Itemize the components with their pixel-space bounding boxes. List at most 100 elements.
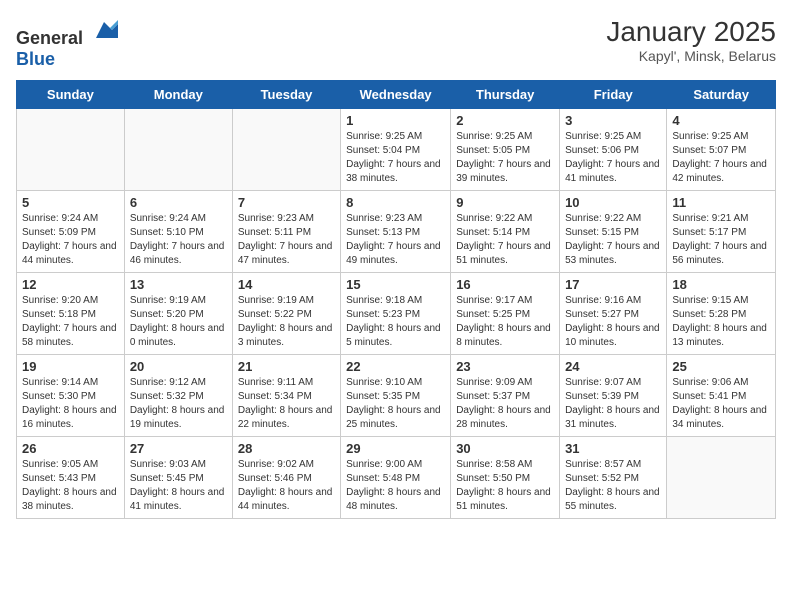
logo-icon <box>90 16 118 44</box>
calendar-cell: 21 Sunrise: 9:11 AMSunset: 5:34 PMDaylig… <box>232 355 340 437</box>
day-info: Sunrise: 8:58 AMSunset: 5:50 PMDaylight:… <box>456 458 554 514</box>
day-number: 10 <box>565 195 661 210</box>
day-info: Sunrise: 9:12 AMSunset: 5:32 PMDaylight:… <box>130 376 227 432</box>
day-info: Sunrise: 9:19 AMSunset: 5:22 PMDaylight:… <box>238 294 335 350</box>
day-number: 2 <box>456 113 554 128</box>
calendar-cell: 19 Sunrise: 9:14 AMSunset: 5:30 PMDaylig… <box>17 355 125 437</box>
calendar-cell: 3 Sunrise: 9:25 AMSunset: 5:06 PMDayligh… <box>560 109 667 191</box>
weekday-header: Friday <box>560 81 667 109</box>
day-number: 14 <box>238 277 335 292</box>
calendar-cell: 12 Sunrise: 9:20 AMSunset: 5:18 PMDaylig… <box>17 273 125 355</box>
day-number: 6 <box>130 195 227 210</box>
calendar-week-row: 26 Sunrise: 9:05 AMSunset: 5:43 PMDaylig… <box>17 437 776 519</box>
weekday-header: Sunday <box>17 81 125 109</box>
day-info: Sunrise: 9:00 AMSunset: 5:48 PMDaylight:… <box>346 458 445 514</box>
calendar-cell <box>124 109 232 191</box>
day-info: Sunrise: 8:57 AMSunset: 5:52 PMDaylight:… <box>565 458 661 514</box>
day-number: 27 <box>130 441 227 456</box>
day-info: Sunrise: 9:11 AMSunset: 5:34 PMDaylight:… <box>238 376 335 432</box>
calendar-cell: 31 Sunrise: 8:57 AMSunset: 5:52 PMDaylig… <box>560 437 667 519</box>
calendar-cell: 9 Sunrise: 9:22 AMSunset: 5:14 PMDayligh… <box>451 191 560 273</box>
day-info: Sunrise: 9:07 AMSunset: 5:39 PMDaylight:… <box>565 376 661 432</box>
day-info: Sunrise: 9:15 AMSunset: 5:28 PMDaylight:… <box>672 294 770 350</box>
day-number: 23 <box>456 359 554 374</box>
day-number: 15 <box>346 277 445 292</box>
calendar-cell: 24 Sunrise: 9:07 AMSunset: 5:39 PMDaylig… <box>560 355 667 437</box>
day-number: 31 <box>565 441 661 456</box>
day-info: Sunrise: 9:19 AMSunset: 5:20 PMDaylight:… <box>130 294 227 350</box>
day-number: 18 <box>672 277 770 292</box>
calendar-cell: 27 Sunrise: 9:03 AMSunset: 5:45 PMDaylig… <box>124 437 232 519</box>
day-number: 16 <box>456 277 554 292</box>
calendar-cell: 30 Sunrise: 8:58 AMSunset: 5:50 PMDaylig… <box>451 437 560 519</box>
weekday-header: Tuesday <box>232 81 340 109</box>
calendar-cell: 20 Sunrise: 9:12 AMSunset: 5:32 PMDaylig… <box>124 355 232 437</box>
weekday-header-row: SundayMondayTuesdayWednesdayThursdayFrid… <box>17 81 776 109</box>
day-info: Sunrise: 9:25 AMSunset: 5:07 PMDaylight:… <box>672 130 770 186</box>
day-info: Sunrise: 9:18 AMSunset: 5:23 PMDaylight:… <box>346 294 445 350</box>
day-number: 8 <box>346 195 445 210</box>
day-number: 13 <box>130 277 227 292</box>
header: General Blue January 2025 Kapyl', Minsk,… <box>16 16 776 70</box>
day-number: 30 <box>456 441 554 456</box>
day-info: Sunrise: 9:14 AMSunset: 5:30 PMDaylight:… <box>22 376 119 432</box>
day-info: Sunrise: 9:02 AMSunset: 5:46 PMDaylight:… <box>238 458 335 514</box>
day-number: 24 <box>565 359 661 374</box>
calendar-cell: 11 Sunrise: 9:21 AMSunset: 5:17 PMDaylig… <box>667 191 776 273</box>
day-number: 9 <box>456 195 554 210</box>
day-number: 19 <box>22 359 119 374</box>
logo-blue: Blue <box>16 49 55 69</box>
day-info: Sunrise: 9:10 AMSunset: 5:35 PMDaylight:… <box>346 376 445 432</box>
day-info: Sunrise: 9:24 AMSunset: 5:09 PMDaylight:… <box>22 212 119 268</box>
calendar-cell: 13 Sunrise: 9:19 AMSunset: 5:20 PMDaylig… <box>124 273 232 355</box>
weekday-header: Thursday <box>451 81 560 109</box>
day-number: 11 <box>672 195 770 210</box>
calendar-cell: 10 Sunrise: 9:22 AMSunset: 5:15 PMDaylig… <box>560 191 667 273</box>
calendar-cell <box>667 437 776 519</box>
day-info: Sunrise: 9:09 AMSunset: 5:37 PMDaylight:… <box>456 376 554 432</box>
weekday-header: Saturday <box>667 81 776 109</box>
calendar-week-row: 12 Sunrise: 9:20 AMSunset: 5:18 PMDaylig… <box>17 273 776 355</box>
day-info: Sunrise: 9:03 AMSunset: 5:45 PMDaylight:… <box>130 458 227 514</box>
calendar-cell: 18 Sunrise: 9:15 AMSunset: 5:28 PMDaylig… <box>667 273 776 355</box>
calendar-cell: 1 Sunrise: 9:25 AMSunset: 5:04 PMDayligh… <box>341 109 451 191</box>
calendar-cell: 25 Sunrise: 9:06 AMSunset: 5:41 PMDaylig… <box>667 355 776 437</box>
day-number: 17 <box>565 277 661 292</box>
calendar-cell <box>232 109 340 191</box>
calendar-cell: 15 Sunrise: 9:18 AMSunset: 5:23 PMDaylig… <box>341 273 451 355</box>
logo-general: General <box>16 28 83 48</box>
calendar-cell: 14 Sunrise: 9:19 AMSunset: 5:22 PMDaylig… <box>232 273 340 355</box>
day-info: Sunrise: 9:22 AMSunset: 5:15 PMDaylight:… <box>565 212 661 268</box>
calendar-cell: 8 Sunrise: 9:23 AMSunset: 5:13 PMDayligh… <box>341 191 451 273</box>
month-year: January 2025 <box>606 16 776 48</box>
day-number: 3 <box>565 113 661 128</box>
day-info: Sunrise: 9:23 AMSunset: 5:11 PMDaylight:… <box>238 212 335 268</box>
day-info: Sunrise: 9:23 AMSunset: 5:13 PMDaylight:… <box>346 212 445 268</box>
calendar-cell: 17 Sunrise: 9:16 AMSunset: 5:27 PMDaylig… <box>560 273 667 355</box>
calendar-cell <box>17 109 125 191</box>
day-info: Sunrise: 9:21 AMSunset: 5:17 PMDaylight:… <box>672 212 770 268</box>
day-number: 22 <box>346 359 445 374</box>
weekday-header: Wednesday <box>341 81 451 109</box>
calendar-cell: 4 Sunrise: 9:25 AMSunset: 5:07 PMDayligh… <box>667 109 776 191</box>
day-info: Sunrise: 9:05 AMSunset: 5:43 PMDaylight:… <box>22 458 119 514</box>
day-number: 4 <box>672 113 770 128</box>
location: Kapyl', Minsk, Belarus <box>606 48 776 64</box>
logo: General Blue <box>16 16 118 70</box>
calendar-cell: 16 Sunrise: 9:17 AMSunset: 5:25 PMDaylig… <box>451 273 560 355</box>
day-number: 7 <box>238 195 335 210</box>
calendar-cell: 28 Sunrise: 9:02 AMSunset: 5:46 PMDaylig… <box>232 437 340 519</box>
day-number: 12 <box>22 277 119 292</box>
calendar-cell: 23 Sunrise: 9:09 AMSunset: 5:37 PMDaylig… <box>451 355 560 437</box>
calendar-week-row: 1 Sunrise: 9:25 AMSunset: 5:04 PMDayligh… <box>17 109 776 191</box>
day-info: Sunrise: 9:16 AMSunset: 5:27 PMDaylight:… <box>565 294 661 350</box>
day-info: Sunrise: 9:25 AMSunset: 5:06 PMDaylight:… <box>565 130 661 186</box>
calendar-cell: 7 Sunrise: 9:23 AMSunset: 5:11 PMDayligh… <box>232 191 340 273</box>
calendar-week-row: 19 Sunrise: 9:14 AMSunset: 5:30 PMDaylig… <box>17 355 776 437</box>
day-number: 29 <box>346 441 445 456</box>
day-number: 5 <box>22 195 119 210</box>
day-info: Sunrise: 9:25 AMSunset: 5:05 PMDaylight:… <box>456 130 554 186</box>
calendar-cell: 26 Sunrise: 9:05 AMSunset: 5:43 PMDaylig… <box>17 437 125 519</box>
weekday-header: Monday <box>124 81 232 109</box>
calendar-cell: 5 Sunrise: 9:24 AMSunset: 5:09 PMDayligh… <box>17 191 125 273</box>
